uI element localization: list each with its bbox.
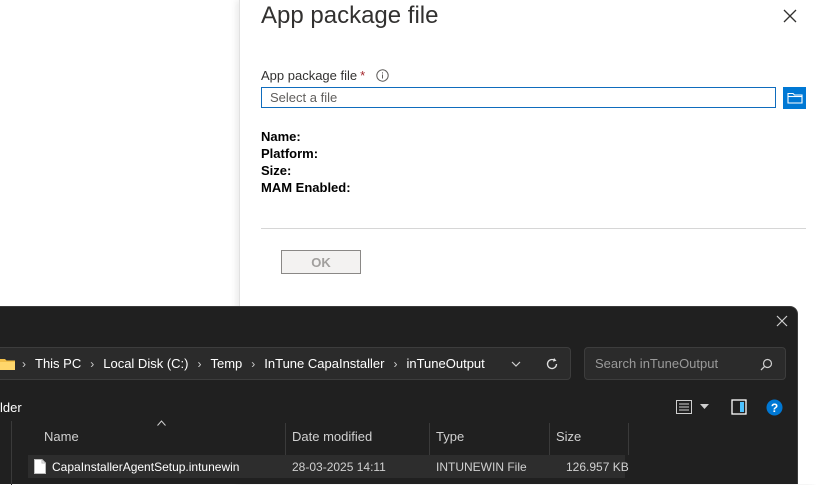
- file-field-label: App package file *: [261, 68, 365, 83]
- ok-button[interactable]: OK: [281, 250, 361, 274]
- nav-pane-divider: [11, 421, 12, 485]
- required-mark: *: [360, 68, 366, 83]
- column-separator[interactable]: [429, 423, 430, 455]
- browse-file-button[interactable]: [783, 87, 806, 109]
- breadcrumb: › This PC › Local Disk (C:) › Temp › InT…: [22, 356, 485, 371]
- close-icon[interactable]: [776, 315, 788, 327]
- prop-size: Size:: [261, 163, 292, 178]
- file-select-input[interactable]: [261, 87, 776, 108]
- prop-mam-enabled: MAM Enabled:: [261, 180, 351, 195]
- chevron-down-icon[interactable]: [510, 358, 522, 370]
- breadcrumb-intuneoutput[interactable]: inTuneOutput: [406, 356, 484, 371]
- file-type: INTUNEWIN File: [436, 460, 527, 474]
- sort-ascending-icon: [157, 420, 166, 426]
- file-size: 126.957 KB: [566, 460, 629, 474]
- column-header-date-modified[interactable]: Date modified: [292, 429, 372, 444]
- file-name[interactable]: CapaInstallerAgentSetup.intunewin: [52, 460, 239, 474]
- breadcrumb-local-disk[interactable]: Local Disk (C:): [103, 356, 188, 371]
- new-folder-button[interactable]: lder: [0, 400, 22, 415]
- address-bar[interactable]: › This PC › Local Disk (C:) › Temp › InT…: [0, 347, 571, 380]
- package-properties: Name: Platform: Size: MAM Enabled:: [261, 128, 351, 196]
- file-open-dialog: › This PC › Local Disk (C:) › Temp › InT…: [0, 306, 798, 485]
- column-separator[interactable]: [549, 423, 550, 455]
- column-header-type[interactable]: Type: [436, 429, 464, 444]
- chevron-down-icon[interactable]: [700, 404, 709, 410]
- view-icon[interactable]: [676, 400, 692, 414]
- prop-platform: Platform:: [261, 146, 319, 161]
- file-icon: [34, 459, 46, 474]
- info-icon[interactable]: [376, 69, 389, 82]
- column-header-size[interactable]: Size: [556, 429, 581, 444]
- close-icon[interactable]: [782, 8, 798, 24]
- search-input[interactable]: [593, 355, 757, 372]
- folder-icon: [786, 92, 803, 104]
- svg-text:?: ?: [771, 401, 778, 415]
- breadcrumb-temp[interactable]: Temp: [210, 356, 242, 371]
- column-separator[interactable]: [285, 423, 286, 455]
- search-icon[interactable]: [760, 358, 773, 371]
- column-header-name[interactable]: Name: [44, 429, 79, 444]
- breadcrumb-intune-capainstaller[interactable]: InTune CapaInstaller: [264, 356, 384, 371]
- details-pane-icon[interactable]: [731, 399, 747, 415]
- refresh-icon[interactable]: [545, 357, 559, 371]
- panel-title: App package file: [261, 2, 439, 29]
- divider: [261, 228, 806, 229]
- prop-name: Name:: [261, 129, 301, 144]
- search-box: [584, 347, 786, 380]
- help-icon[interactable]: ?: [766, 399, 783, 416]
- file-field-label-text: App package file: [261, 68, 358, 83]
- column-separator[interactable]: [628, 423, 629, 455]
- breadcrumb-this-pc[interactable]: This PC: [35, 356, 81, 371]
- file-date-modified: 28-03-2025 14:11: [292, 460, 386, 474]
